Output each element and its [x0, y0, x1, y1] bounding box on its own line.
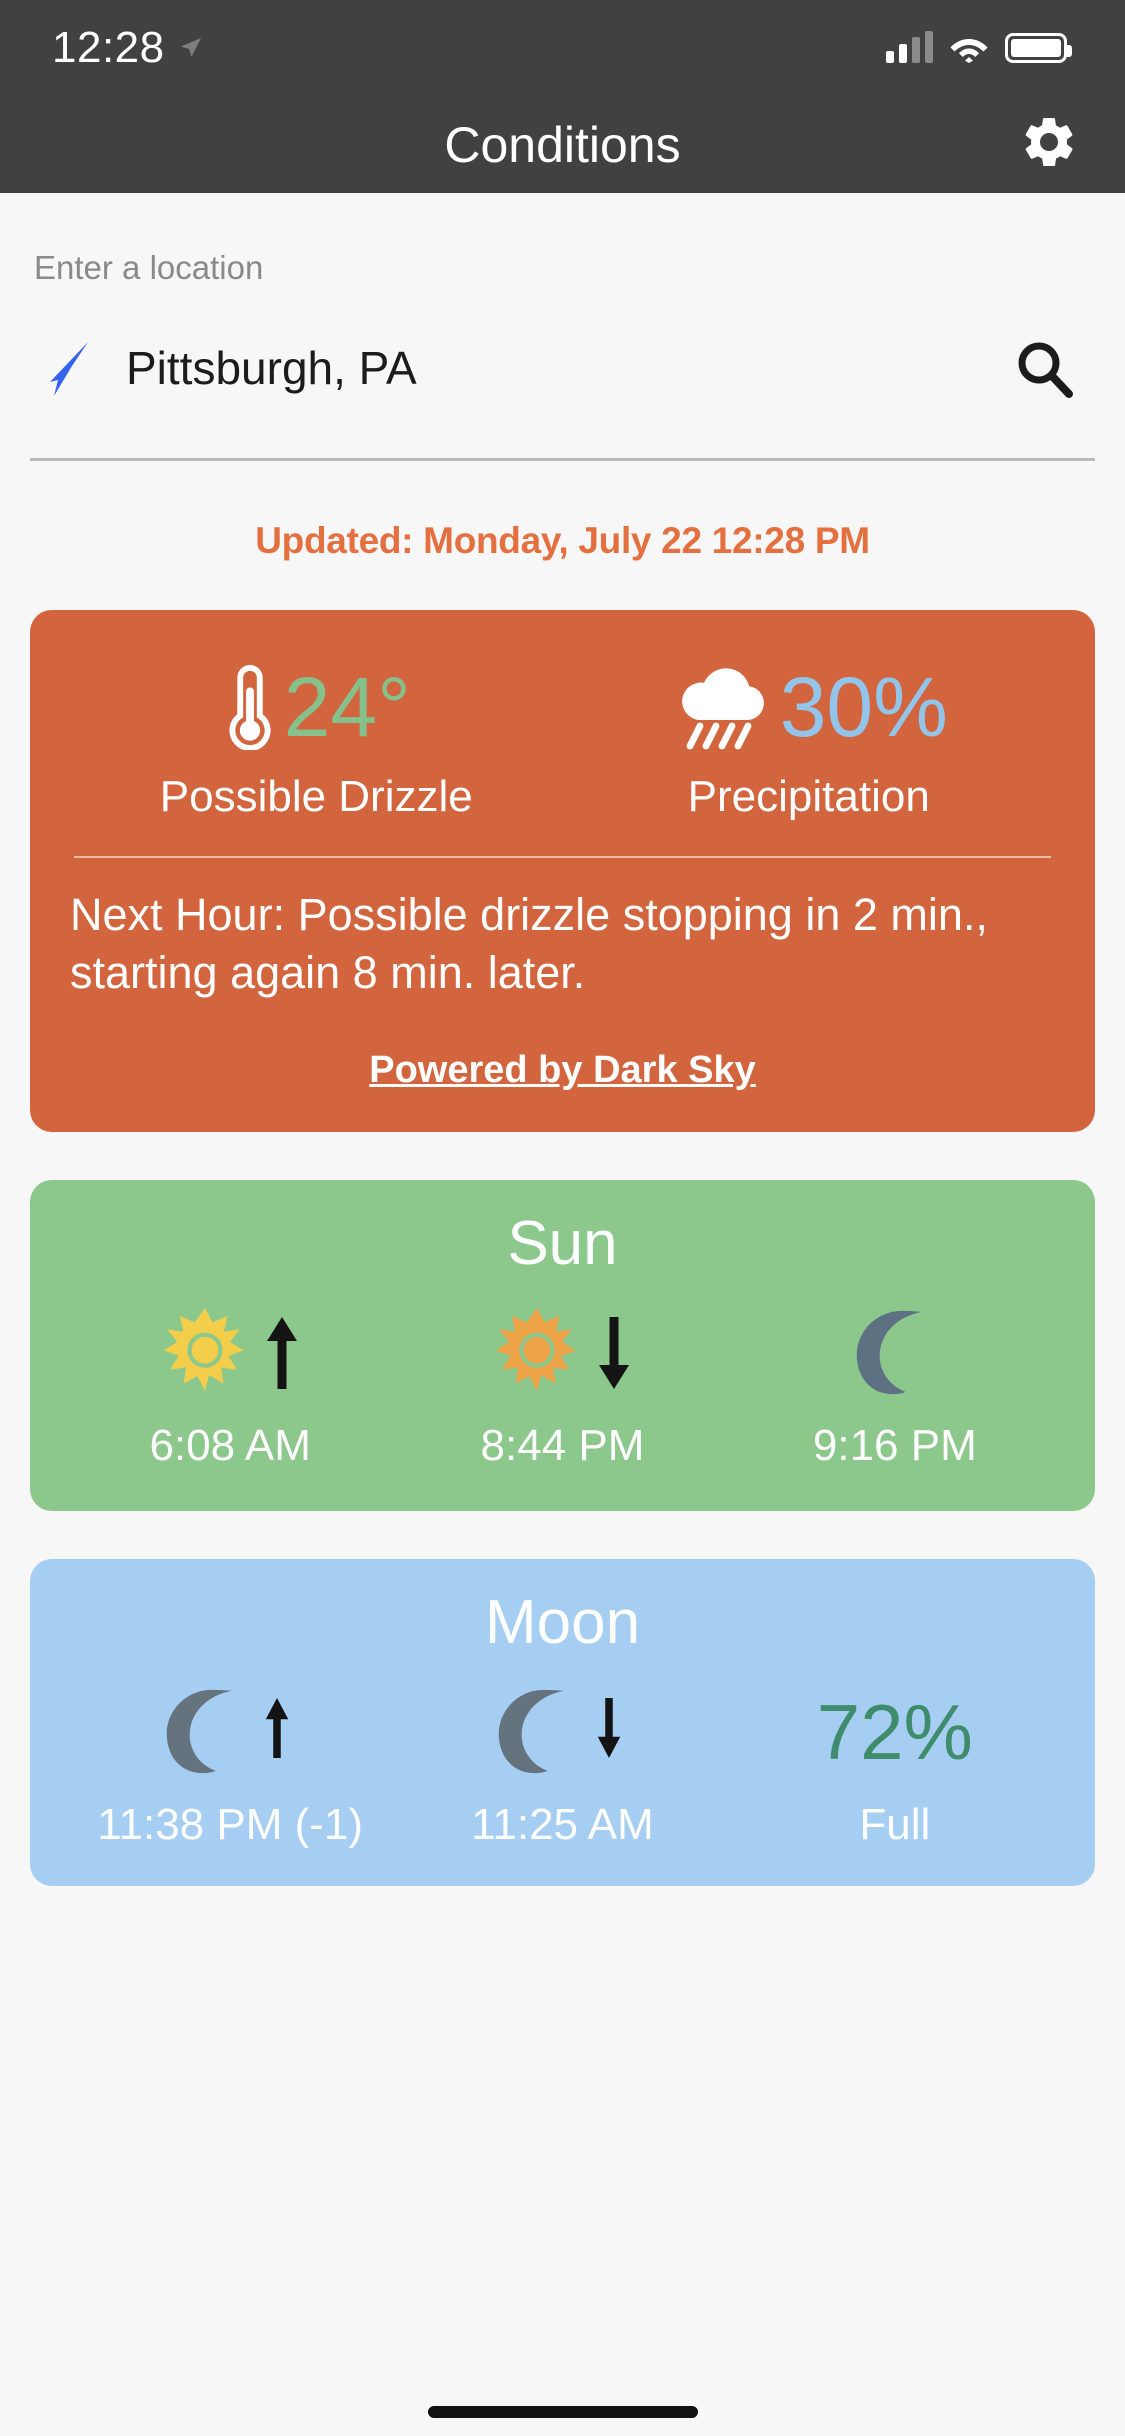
precipitation-metric: 30%	[670, 664, 948, 750]
sunset-icon	[492, 1308, 582, 1398]
page-title: Conditions	[444, 116, 681, 173]
sunrise-icons	[160, 1305, 300, 1401]
rain-cloud-icon	[670, 664, 774, 750]
updated-timestamp: Updated: Monday, July 22 12:28 PM	[255, 520, 870, 561]
sunset-item: 8:44 PM	[396, 1305, 728, 1471]
location-arrow-icon	[179, 36, 203, 60]
attribution-link[interactable]: Powered by Dark Sky	[70, 1049, 1055, 1092]
status-bar-clock: 12:28	[52, 23, 165, 72]
divider	[30, 458, 1095, 461]
moonrise-icon	[162, 1688, 248, 1776]
moon-times-row: 11:38 PM (-1) 11:25 AM 72% Full	[64, 1684, 1061, 1850]
moonset-item: 11:25 AM	[396, 1684, 728, 1850]
arrow-down-icon	[596, 1314, 632, 1392]
location-input[interactable]: Pittsburgh, PA	[126, 341, 1013, 395]
precipitation-caption: Precipitation	[687, 772, 930, 821]
temperature-value: 24°	[283, 660, 411, 754]
thermometer-icon	[222, 664, 278, 751]
temperature-metric: 24°	[222, 660, 411, 754]
arrow-down-icon	[594, 1693, 630, 1771]
card-separator	[74, 856, 1051, 858]
moon-illumination-item: 72% Full	[729, 1684, 1061, 1850]
moon-card-title: Moon	[484, 1588, 641, 1658]
sunrise-item: 6:08 AM	[64, 1305, 396, 1471]
dusk-time: 9:16 PM	[812, 1421, 977, 1471]
moonset-time: 11:25 AM	[471, 1800, 654, 1850]
navigation-arrow-icon[interactable]	[34, 336, 98, 400]
moonset-icons	[494, 1684, 630, 1780]
moonrise-time: 11:38 PM (-1)	[97, 1800, 364, 1850]
sunrise-time: 6:08 AM	[149, 1421, 311, 1471]
arrow-up-icon	[262, 1693, 298, 1771]
sunset-icons	[492, 1305, 632, 1401]
battery-icon	[1005, 33, 1072, 63]
app-bar: Conditions	[0, 96, 1125, 193]
arrow-up-icon	[264, 1314, 300, 1392]
attribution-label: Powered by Dark Sky	[369, 1049, 756, 1092]
cellular-signal-icon	[886, 31, 933, 63]
status-bar-right	[886, 31, 1072, 63]
precipitation-block: 30% Precipitation	[563, 664, 1056, 822]
location-search-row[interactable]: Pittsburgh, PA	[30, 325, 1095, 411]
sun-card: Sun 6:08 AM 8:44 PM 9:16 PM	[30, 1180, 1095, 1512]
status-bar: 12:28	[0, 0, 1125, 96]
precipitation-value: 30%	[779, 660, 948, 754]
moonrise-icons	[162, 1684, 298, 1780]
moonset-icon	[494, 1688, 580, 1776]
conditions-metrics-row: 24° Possible Drizzle 30% Precipitation	[70, 664, 1055, 822]
dusk-item: 9:16 PM	[729, 1305, 1061, 1471]
next-hour-summary: Next Hour: Possible drizzle stopping in …	[70, 889, 988, 998]
temperature-block: 24° Possible Drizzle	[70, 664, 563, 822]
sun-card-title: Sun	[507, 1209, 618, 1279]
sunrise-icon	[160, 1308, 250, 1398]
moon-card: Moon 11:38 PM (-1) 11:25 AM 72% Full	[30, 1559, 1095, 1887]
home-indicator[interactable]	[427, 2406, 698, 2418]
settings-button[interactable]	[1011, 107, 1087, 183]
moon-icon	[852, 1309, 938, 1397]
gear-icon	[1019, 112, 1079, 177]
conditions-card: 24° Possible Drizzle 30% Precipitation N…	[30, 610, 1095, 1133]
sun-times-row: 6:08 AM 8:44 PM 9:16 PM	[64, 1305, 1061, 1471]
main-content: Enter a location Pittsburgh, PA Updated:…	[0, 249, 1125, 1887]
moon-phase-label: Full	[859, 1800, 931, 1850]
sunset-time: 8:44 PM	[480, 1421, 645, 1471]
search-icon[interactable]	[1013, 337, 1075, 399]
wifi-icon	[949, 33, 989, 63]
location-field-label: Enter a location	[34, 249, 264, 286]
moonrise-item: 11:38 PM (-1)	[64, 1684, 396, 1850]
dusk-icons	[852, 1305, 938, 1401]
status-bar-left: 12:28	[52, 23, 203, 73]
temperature-caption: Possible Drizzle	[159, 772, 473, 821]
moon-illumination-value: 72%	[816, 1688, 973, 1777]
